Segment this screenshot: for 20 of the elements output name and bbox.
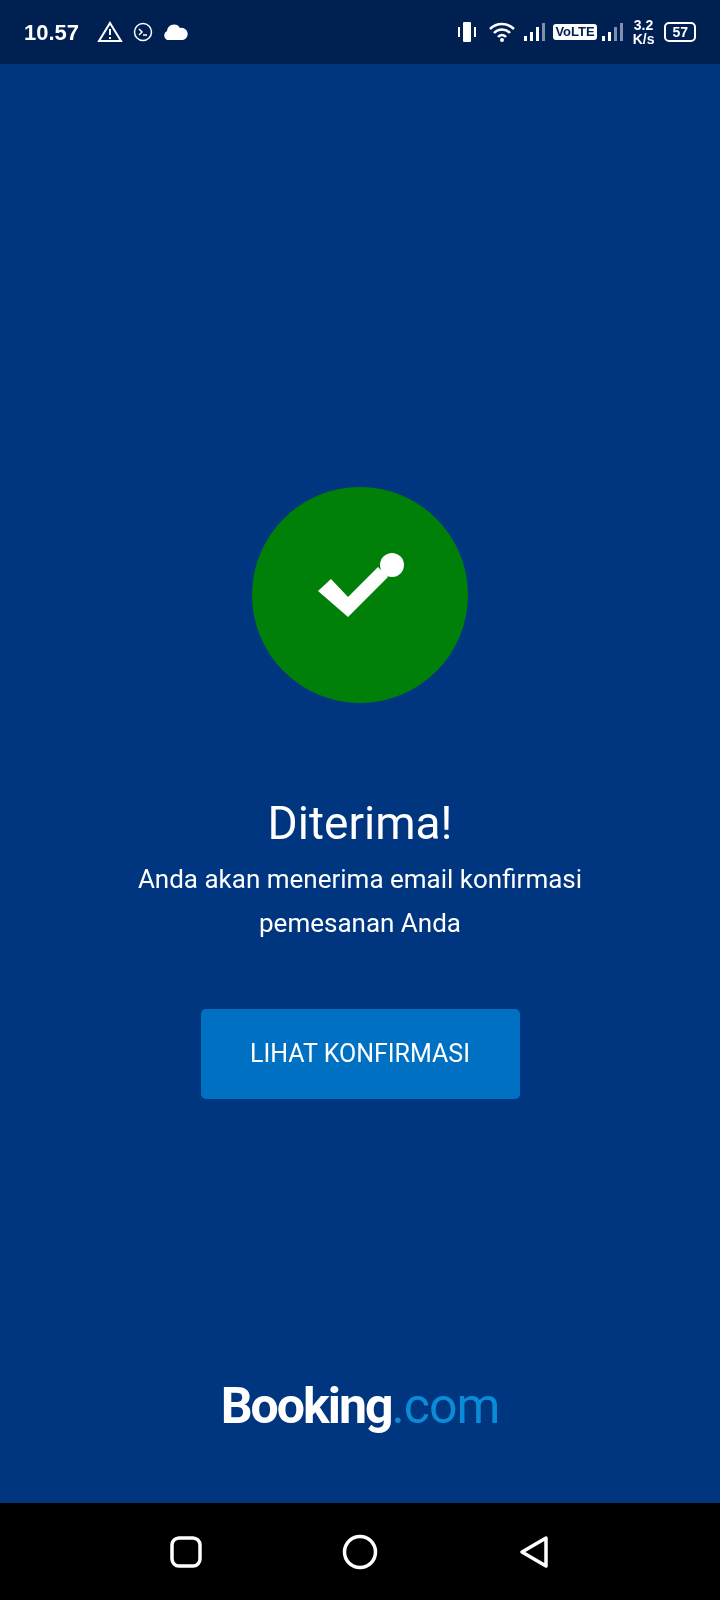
speed-unit: K/s [632,32,655,46]
signal-icon [523,22,548,42]
wifi-icon [489,22,516,42]
booking-logo-suffix: .com [391,1376,500,1437]
volte-badge: VoLTE [553,24,597,40]
recent-apps-button[interactable] [170,1535,202,1568]
success-title: Diterima! [267,795,453,851]
booking-logo: Booking [220,1376,392,1437]
warning-icon [97,21,124,43]
battery-indicator: 57 [664,22,696,42]
success-check-icon [252,487,468,703]
terminal-icon [133,22,154,42]
home-button[interactable] [342,1533,378,1570]
back-button[interactable] [518,1534,550,1569]
view-confirmation-button[interactable]: LIHAT KONFIRMASI [200,1009,520,1099]
cloud-icon [161,23,190,41]
network-speed: 3.2 [633,18,654,32]
clock: 10.57 [24,18,80,47]
confirmation-message: Anda akan menerima email konfirmasi pemesanan Anda [136,863,584,940]
signal-icon [600,22,625,42]
